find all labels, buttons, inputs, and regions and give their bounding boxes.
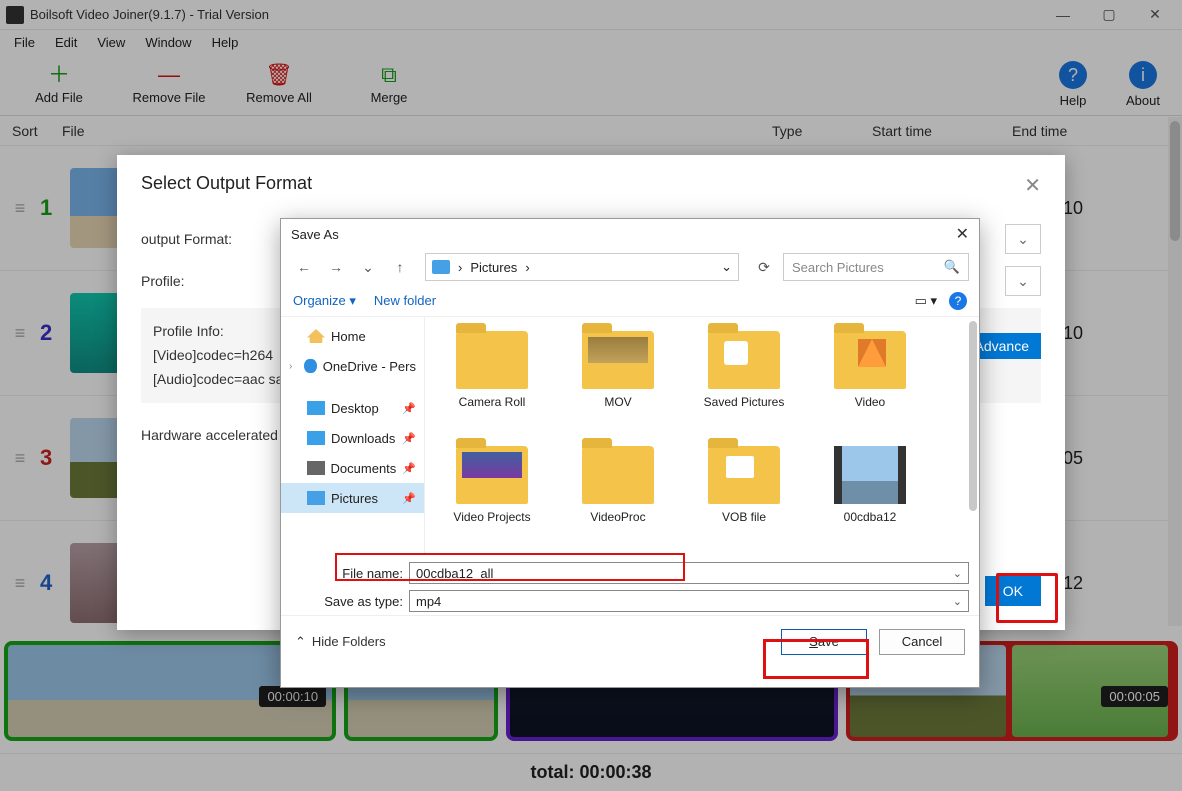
home-icon	[307, 329, 325, 343]
folder-item[interactable]: Camera Roll	[429, 325, 555, 440]
dialog-close-button[interactable]: ✕	[1024, 173, 1041, 198]
folder-item[interactable]: VOB file	[681, 440, 807, 555]
onedrive-icon	[304, 359, 317, 373]
output-format-label: output Format:	[141, 231, 251, 247]
hide-folders-toggle[interactable]: ⌃Hide Folders	[295, 634, 386, 650]
tree-documents[interactable]: Documents📌	[281, 453, 424, 483]
files-scrollbar[interactable]	[969, 321, 977, 551]
new-folder-button[interactable]: New folder	[374, 293, 436, 308]
nav-up-button[interactable]: ↑	[387, 254, 413, 280]
folder-item[interactable]: Saved Pictures	[681, 325, 807, 440]
folder-item[interactable]: Video	[807, 325, 933, 440]
chevron-down-icon[interactable]: ⌄	[953, 595, 962, 608]
folder-icon	[708, 446, 780, 504]
pin-icon: 📌	[402, 402, 416, 415]
saveas-close-button[interactable]: ✕	[956, 224, 969, 244]
filename-label: File name:	[291, 566, 409, 581]
pictures-icon	[307, 491, 325, 505]
nav-tree: Home ›OneDrive - Pers Desktop📌 Downloads…	[281, 317, 425, 555]
refresh-button[interactable]: ⟳	[751, 254, 777, 280]
folder-icon	[456, 446, 528, 504]
documents-icon	[307, 461, 325, 475]
folder-item[interactable]: MOV	[555, 325, 681, 440]
help-icon[interactable]: ?	[949, 292, 967, 310]
tree-desktop[interactable]: Desktop📌	[281, 393, 424, 423]
folder-icon	[582, 446, 654, 504]
search-icon: 🔍	[944, 259, 960, 275]
view-mode-button[interactable]: ▭ ▾	[915, 293, 937, 309]
file-browser: Camera Roll MOV Saved Pictures Video Vid…	[425, 317, 979, 555]
output-format-dropdown[interactable]: ⌄	[1005, 224, 1041, 254]
saveastype-select[interactable]: mp4⌄	[409, 590, 969, 612]
file-item[interactable]: 00cdba12	[807, 440, 933, 555]
chevron-up-icon: ⌃	[295, 634, 306, 650]
crumb-drop[interactable]: ⌄	[721, 259, 732, 275]
folder-icon	[456, 331, 528, 389]
folder-icon	[582, 331, 654, 389]
pin-icon: 📌	[402, 492, 416, 505]
nav-back-button[interactable]: ←	[291, 254, 317, 280]
chevron-down-icon[interactable]: ⌄	[953, 567, 962, 580]
pin-icon: 📌	[402, 432, 416, 445]
folder-item[interactable]: VideoProc	[555, 440, 681, 555]
tree-onedrive[interactable]: ›OneDrive - Pers	[281, 351, 424, 381]
nav-forward-button[interactable]: →	[323, 254, 349, 280]
nav-recent-button[interactable]: ⌄	[355, 254, 381, 280]
saveas-title: Save As	[291, 227, 339, 242]
cancel-button[interactable]: Cancel	[879, 629, 965, 655]
save-as-dialog: Save As ✕ ← → ⌄ ↑ › Pictures › ⌄ ⟳ Searc…	[280, 218, 980, 688]
saveastype-label: Save as type:	[291, 594, 409, 609]
search-input[interactable]: Search Pictures 🔍	[783, 253, 969, 281]
video-thumb-icon	[834, 446, 906, 504]
profile-dropdown[interactable]: ⌄	[1005, 266, 1041, 296]
tree-downloads[interactable]: Downloads📌	[281, 423, 424, 453]
breadcrumb[interactable]: › Pictures › ⌄	[425, 253, 739, 281]
desktop-icon	[307, 401, 325, 415]
profile-label: Profile:	[141, 273, 251, 289]
ok-button[interactable]: OK	[985, 576, 1041, 606]
crumb-label: Pictures	[470, 260, 517, 275]
filename-input[interactable]: 00cdba12_all⌄	[409, 562, 969, 584]
downloads-icon	[307, 431, 325, 445]
folder-icon	[834, 331, 906, 389]
tree-home[interactable]: Home	[281, 321, 424, 351]
pin-icon: 📌	[402, 462, 416, 475]
tree-pictures[interactable]: Pictures📌	[281, 483, 424, 513]
dialog-title: Select Output Format	[141, 173, 312, 198]
pictures-icon	[432, 260, 450, 274]
folder-icon	[708, 331, 780, 389]
folder-item[interactable]: Video Projects	[429, 440, 555, 555]
organize-menu[interactable]: Organize ▾	[293, 293, 356, 309]
save-button[interactable]: Save	[781, 629, 867, 655]
search-placeholder: Search Pictures	[792, 260, 884, 275]
